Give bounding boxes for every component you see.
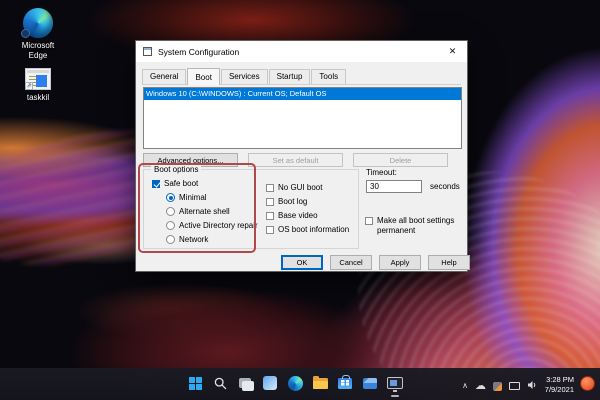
- hidden-icons-chevron-icon[interactable]: ∧: [462, 382, 468, 390]
- boot-options-group-label: Boot options: [151, 165, 201, 174]
- system-configuration-dialog: System Configuration ✕ General Boot Serv…: [135, 40, 468, 272]
- radio-active-directory-repair[interactable]: Active Directory repair: [166, 221, 258, 230]
- checkbox-icon: [266, 184, 274, 192]
- edge-taskbar-icon[interactable]: [285, 373, 305, 393]
- tab-services[interactable]: Services: [221, 69, 268, 84]
- radio-icon: [166, 235, 175, 244]
- dialog-title: System Configuration: [158, 47, 239, 57]
- speaker-icon[interactable]: [527, 377, 538, 395]
- desktop-screen: Microsoft Edge ↗ taskkil System Configur…: [0, 0, 600, 400]
- taskbar-clock[interactable]: 3:28 PM 7/9/2021: [545, 375, 574, 395]
- radio-minimal[interactable]: Minimal: [166, 193, 207, 202]
- record-indicator-icon[interactable]: [580, 376, 595, 391]
- radio-icon: [166, 207, 175, 216]
- checkbox-icon: [365, 217, 373, 225]
- no-gui-boot-checkbox[interactable]: No GUI boot: [266, 183, 322, 192]
- safe-boot-checkbox[interactable]: Safe boot: [152, 179, 198, 188]
- mail-icon[interactable]: [360, 373, 380, 393]
- radio-network[interactable]: Network: [166, 235, 208, 244]
- desktop-icon-microsoft-edge[interactable]: Microsoft Edge: [13, 8, 63, 60]
- dialog-titlebar: System Configuration ✕: [136, 41, 467, 62]
- shortcut-arrow-icon: ↗: [25, 82, 33, 90]
- boot-entry-row[interactable]: Windows 10 (C:\WINDOWS) : Current OS; De…: [144, 88, 461, 100]
- edge-badge-icon: [21, 29, 30, 38]
- desktop-icon-label: taskkil: [13, 93, 63, 103]
- desktop-icon-taskkil[interactable]: ↗ taskkil: [13, 68, 63, 103]
- make-permanent-checkbox[interactable]: Make all boot settings permanent: [365, 216, 462, 236]
- desktop-icon-label: Microsoft Edge: [13, 41, 63, 60]
- microsoft-store-icon[interactable]: [335, 373, 355, 393]
- base-video-checkbox[interactable]: Base video: [266, 211, 318, 220]
- edge-icon: [23, 8, 53, 38]
- help-button[interactable]: Help: [428, 255, 470, 270]
- display-network-icon[interactable]: [509, 382, 520, 390]
- cancel-button[interactable]: Cancel: [330, 255, 372, 270]
- search-icon[interactable]: [210, 373, 230, 393]
- msconfig-window-icon: [143, 47, 152, 56]
- tray-alert-icon[interactable]: [493, 382, 502, 391]
- checkbox-icon: [266, 198, 274, 206]
- tab-boot[interactable]: Boot: [187, 68, 219, 85]
- application-shortcut-icon: ↗: [25, 68, 51, 90]
- system-tray: ∧ ☁: [462, 377, 538, 395]
- delete-button[interactable]: Delete: [353, 153, 448, 167]
- task-view-icon[interactable]: [235, 373, 255, 393]
- taskbar-center-icons: [185, 373, 405, 393]
- boot-options-group: Boot options Safe boot Minimal Alternate…: [143, 169, 359, 249]
- widgets-icon[interactable]: [260, 373, 280, 393]
- set-as-default-button[interactable]: Set as default: [248, 153, 343, 167]
- timeout-unit-label: seconds: [430, 182, 460, 191]
- file-explorer-icon[interactable]: [310, 373, 330, 393]
- tray-time: 3:28 PM: [545, 375, 574, 385]
- onedrive-cloud-icon[interactable]: ☁: [475, 381, 486, 392]
- checkbox-icon: [266, 212, 274, 220]
- apply-button[interactable]: Apply: [379, 255, 421, 270]
- tab-tools[interactable]: Tools: [311, 69, 346, 84]
- timeout-input[interactable]: [366, 180, 422, 193]
- radio-icon: [166, 221, 175, 230]
- tabstrip: General Boot Services Startup Tools: [142, 65, 461, 85]
- tray-date: 7/9/2021: [545, 385, 574, 395]
- os-boot-information-checkbox[interactable]: OS boot information: [266, 225, 349, 234]
- system-configuration-taskbar-icon[interactable]: [385, 373, 405, 393]
- ok-button[interactable]: OK: [281, 255, 323, 270]
- close-icon[interactable]: ✕: [438, 41, 467, 62]
- checkbox-icon: [266, 226, 274, 234]
- timeout-label: Timeout:: [366, 168, 397, 177]
- checkbox-checked-icon: [152, 180, 160, 188]
- boot-log-checkbox[interactable]: Boot log: [266, 197, 307, 206]
- tab-startup[interactable]: Startup: [269, 69, 311, 84]
- start-button-icon[interactable]: [185, 373, 205, 393]
- tab-general[interactable]: General: [142, 69, 186, 84]
- taskbar: ∧ ☁ 3:28 PM 7/9/2021: [0, 368, 600, 400]
- radio-alternate-shell[interactable]: Alternate shell: [166, 207, 230, 216]
- boot-entries-listbox[interactable]: Windows 10 (C:\WINDOWS) : Current OS; De…: [143, 87, 462, 149]
- radio-selected-icon: [166, 193, 175, 202]
